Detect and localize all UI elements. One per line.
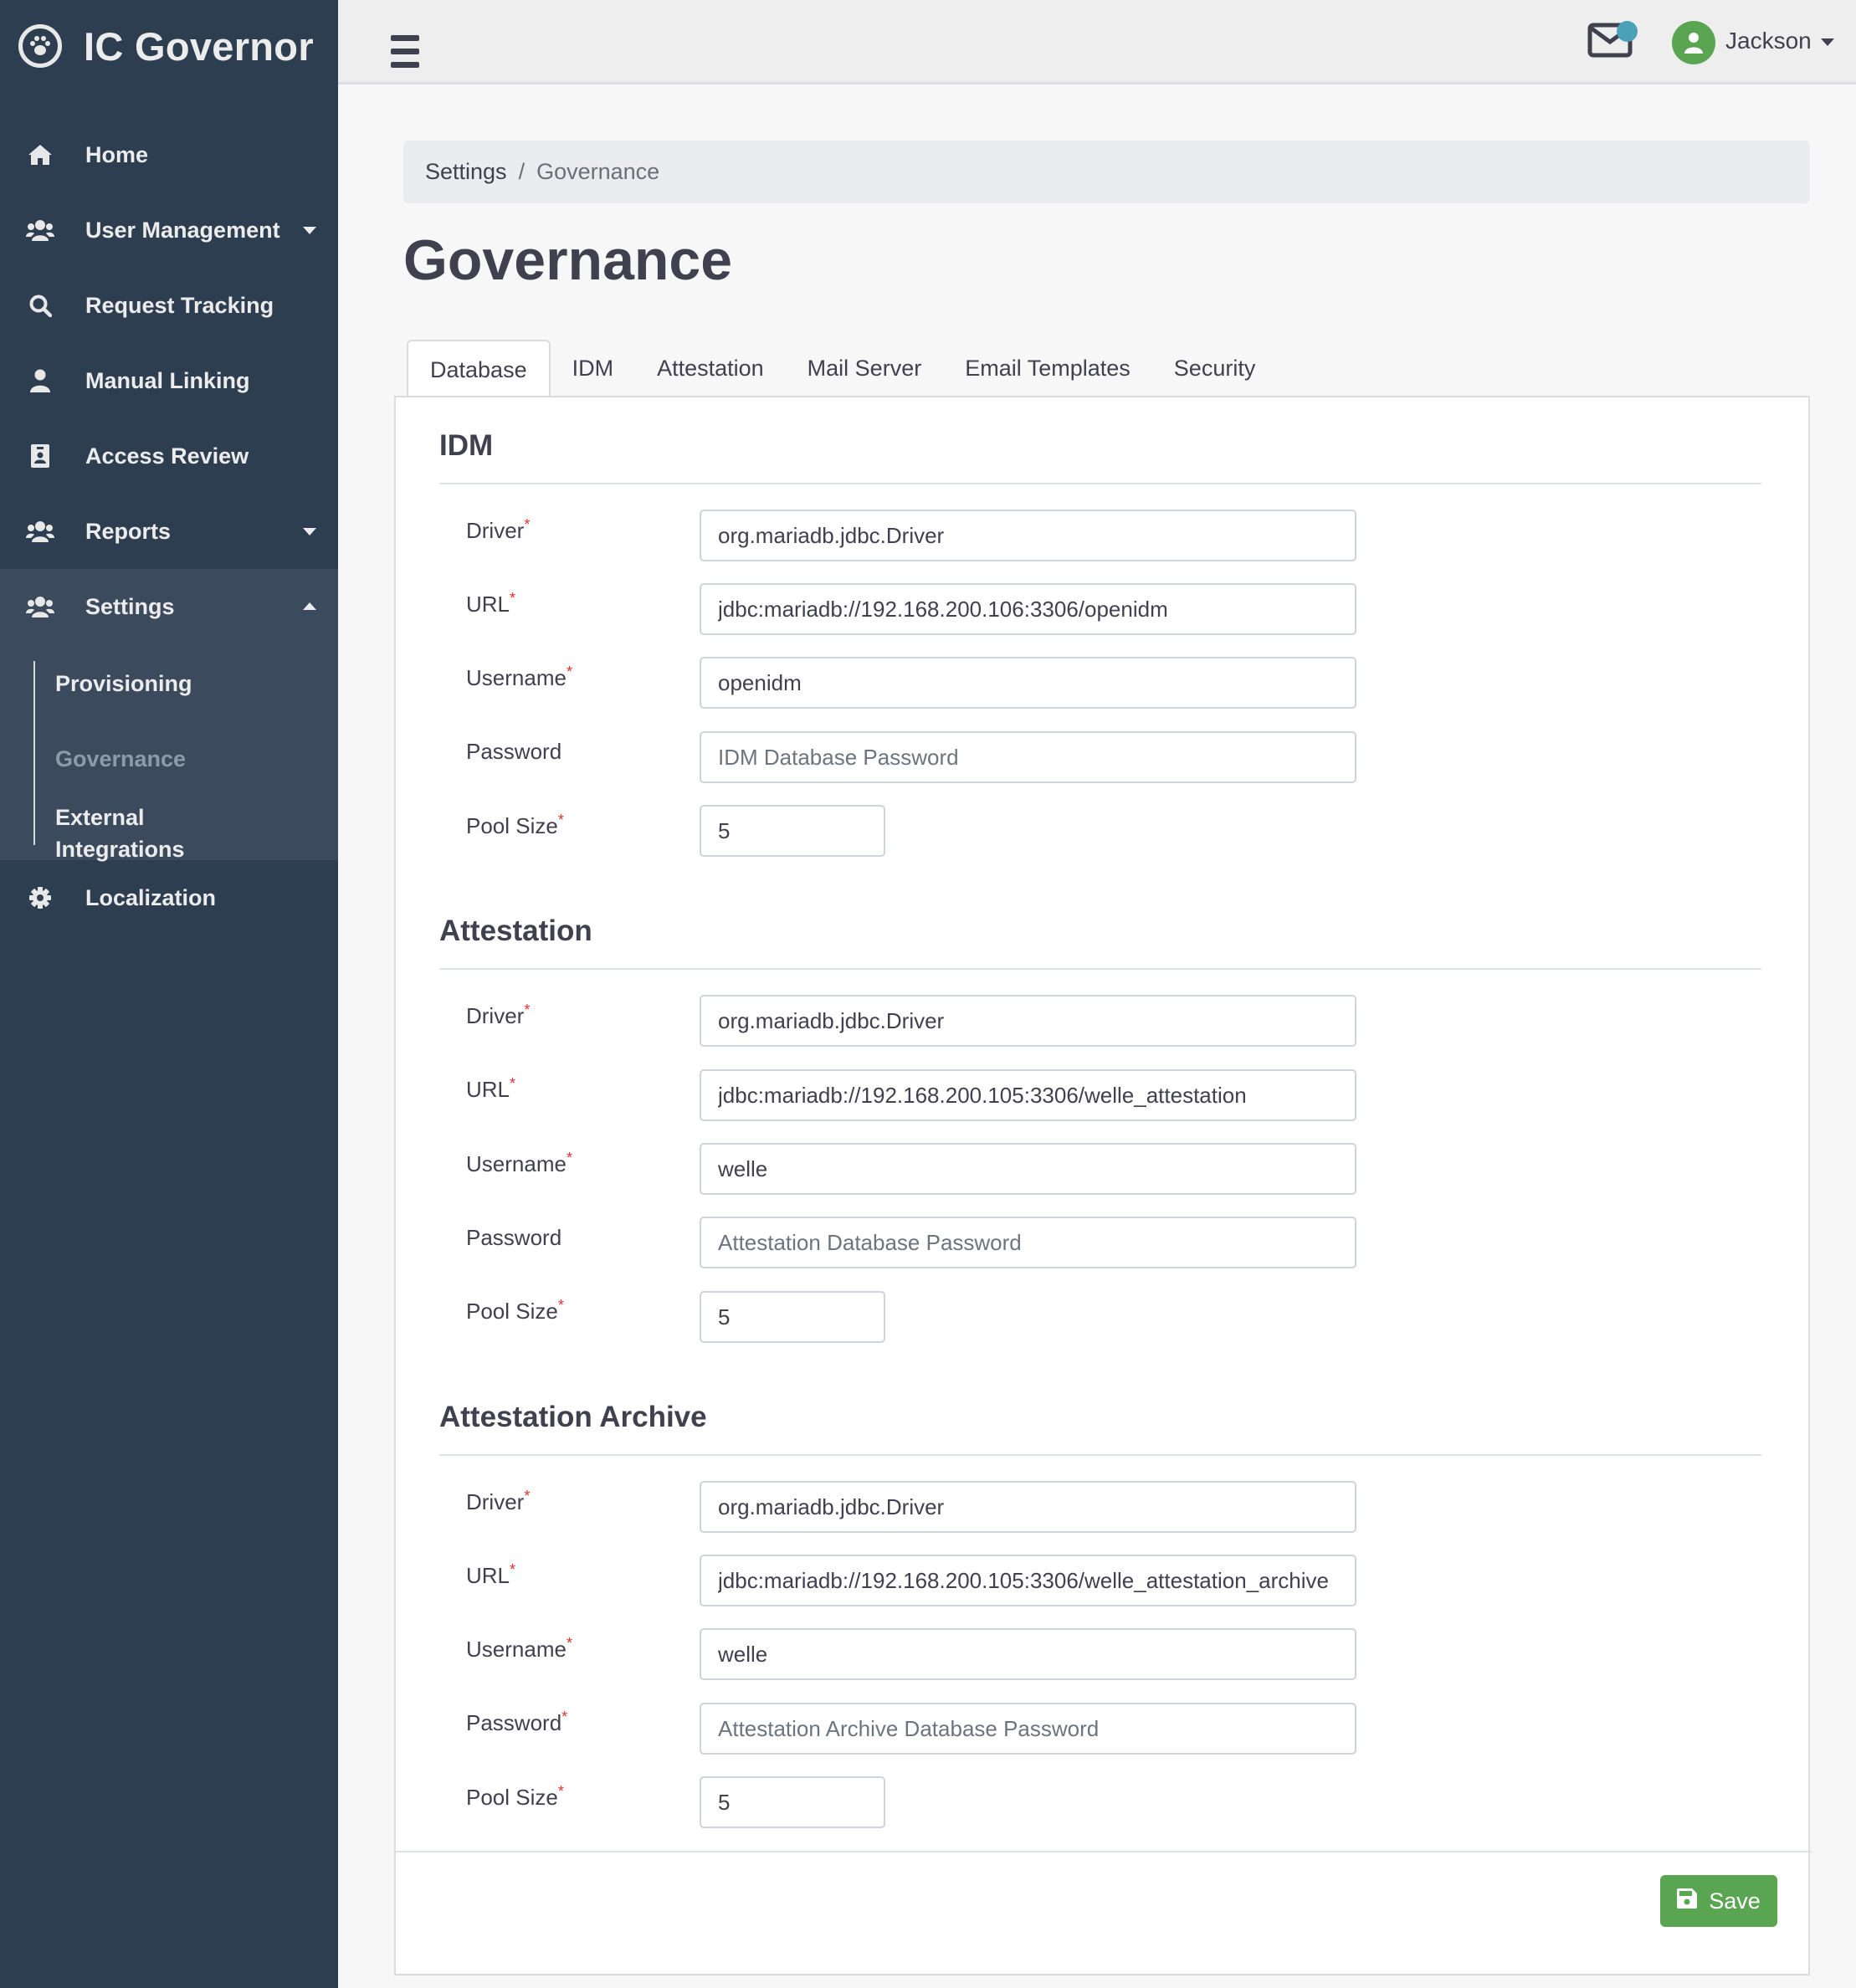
tab-database[interactable]: Database (407, 340, 551, 398)
chevron-down-icon (303, 528, 316, 535)
topbar: Jackson (338, 0, 1856, 85)
sidebar-subitem-governance[interactable]: Governance (55, 743, 186, 775)
idm-pool-size-label: Pool Size* (466, 812, 564, 838)
chevron-down-icon (303, 227, 316, 234)
sidebar-item-manual-linking[interactable]: Manual Linking (0, 343, 338, 418)
tab-idm[interactable]: IDM (551, 340, 636, 397)
archive-driver-input[interactable] (700, 1481, 1356, 1533)
floppy-disk-icon (1677, 1888, 1698, 1914)
id-badge-icon (25, 441, 55, 471)
tab-attestation[interactable]: Attestation (635, 340, 786, 397)
archive-password-input[interactable] (700, 1703, 1356, 1755)
archive-password-label: Password* (466, 1709, 568, 1735)
hamburger-icon[interactable] (391, 35, 419, 69)
sidebar-nav: Home User Management Request Tracking Ma… (0, 117, 338, 935)
home-icon (25, 140, 55, 170)
chevron-down-icon[interactable] (1821, 38, 1834, 46)
paw-icon (18, 24, 62, 68)
settings-group: Settings Provisioning Governance Externa… (0, 569, 338, 862)
sidebar-item-settings[interactable]: Settings (0, 569, 338, 644)
archive-url-label: URL* (466, 1561, 516, 1588)
attestation-driver-input[interactable] (700, 995, 1356, 1047)
attestation-pool-size-label: Pool Size* (466, 1297, 564, 1324)
sidebar-subitem-external-integrations[interactable]: External Integrations (55, 802, 197, 865)
users-icon (25, 215, 55, 245)
section-title-attestation-archive: Attestation Archive (439, 1401, 707, 1433)
idm-url-label: URL* (466, 590, 516, 617)
archive-pool-size-label: Pool Size* (466, 1783, 564, 1810)
save-button-label: Save (1709, 1888, 1761, 1914)
section-divider (439, 1454, 1761, 1456)
sidebar-item-localization[interactable]: Localization (0, 860, 338, 935)
idm-password-input[interactable] (700, 731, 1356, 783)
breadcrumb-governance: Governance (536, 159, 660, 184)
attestation-driver-label: Driver* (466, 1002, 531, 1028)
section-title-idm: IDM (439, 429, 494, 462)
idm-pool-size-input[interactable] (700, 805, 885, 857)
user-menu-name[interactable]: Jackson (1725, 28, 1812, 54)
database-settings-panel: IDM Driver* URL* Username* Password Pool… (394, 396, 1812, 1975)
section-title-attestation: Attestation (439, 915, 592, 947)
archive-url-input[interactable] (700, 1555, 1356, 1606)
user-icon (25, 366, 55, 396)
notification-dot (1617, 21, 1638, 42)
users-icon (25, 592, 55, 622)
attestation-username-input[interactable] (700, 1143, 1356, 1195)
idm-driver-input[interactable] (700, 510, 1356, 561)
sidebar-item-home[interactable]: Home (0, 117, 338, 192)
tab-security[interactable]: Security (1152, 340, 1278, 397)
idm-username-input[interactable] (700, 657, 1356, 709)
brand[interactable]: IC Governor (18, 21, 314, 71)
footer-divider (396, 1851, 1812, 1852)
save-button[interactable]: Save (1660, 1875, 1777, 1927)
sidebar-item-request-tracking[interactable]: Request Tracking (0, 268, 338, 343)
attestation-password-input[interactable] (700, 1217, 1356, 1268)
idm-url-input[interactable] (700, 583, 1356, 635)
tab-mail-server[interactable]: Mail Server (786, 340, 944, 397)
idm-username-label: Username* (466, 664, 572, 690)
attestation-url-label: URL* (466, 1075, 516, 1102)
gear-icon (25, 883, 55, 913)
app-title: IC Governor (84, 23, 314, 69)
attestation-password-label: Password (466, 1225, 562, 1250)
avatar[interactable] (1672, 21, 1715, 64)
tab-bar: Database IDM Attestation Mail Server Ema… (407, 340, 1278, 398)
users-icon (25, 516, 55, 546)
archive-driver-label: Driver* (466, 1488, 531, 1514)
section-divider (439, 483, 1761, 484)
idm-driver-label: Driver* (466, 516, 531, 543)
chevron-up-icon (303, 602, 316, 610)
sidebar: IC Governor Home User Management Request… (0, 0, 338, 1988)
attestation-username-label: Username* (466, 1150, 572, 1176)
search-icon (25, 290, 55, 320)
page-title: Governance (403, 228, 733, 292)
archive-username-input[interactable] (700, 1628, 1356, 1680)
sidebar-item-access-review[interactable]: Access Review (0, 418, 338, 494)
archive-username-label: Username* (466, 1635, 572, 1662)
idm-password-label: Password (466, 739, 562, 764)
sidebar-item-user-management[interactable]: User Management (0, 192, 338, 268)
archive-pool-size-input[interactable] (700, 1776, 885, 1828)
breadcrumb-settings[interactable]: Settings (425, 159, 507, 185)
breadcrumb-separator: / (518, 159, 526, 184)
breadcrumb: Settings / Governance (403, 141, 1810, 203)
attestation-pool-size-input[interactable] (700, 1291, 885, 1343)
sidebar-item-reports[interactable]: Reports (0, 494, 338, 569)
tab-email-templates[interactable]: Email Templates (943, 340, 1152, 397)
section-divider (439, 968, 1761, 970)
attestation-url-input[interactable] (700, 1069, 1356, 1121)
sidebar-subitem-provisioning[interactable]: Provisioning (55, 668, 192, 699)
